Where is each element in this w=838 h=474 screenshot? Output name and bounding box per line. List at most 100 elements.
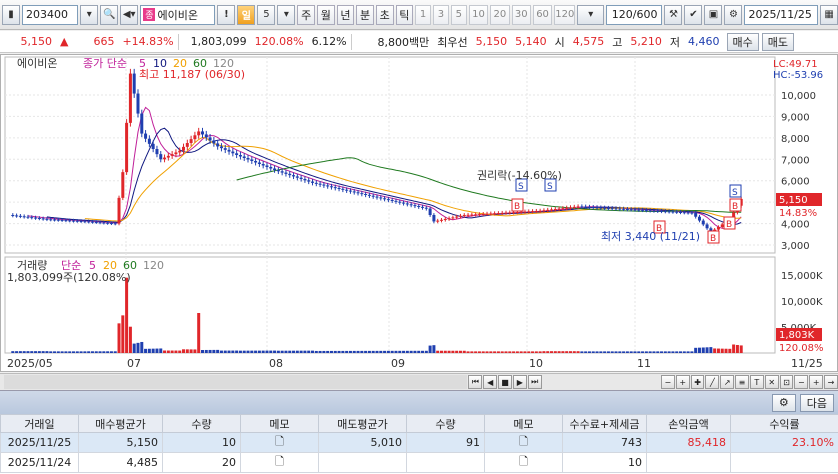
x-label-oct: 10: [529, 357, 543, 370]
check-icon[interactable]: ✔: [684, 4, 703, 25]
move-right-icon[interactable]: →: [824, 375, 838, 389]
y-tick-label: 6,000: [781, 177, 810, 188]
candle-body: [652, 210, 656, 212]
volume-bar: [284, 350, 288, 353]
interval-120-button[interactable]: 120: [554, 4, 576, 25]
zoom-in-icon[interactable]: +: [675, 375, 690, 389]
speaker-icon[interactable]: ◀▾: [120, 4, 139, 25]
interval-1-button[interactable]: 1: [415, 4, 432, 25]
interval-dropdown-icon[interactable]: ▾: [577, 4, 605, 25]
plus-icon[interactable]: +: [809, 375, 824, 389]
col-buy-memo[interactable]: 메모: [240, 414, 319, 433]
dropdown-icon[interactable]: ▾: [80, 4, 99, 25]
menu-icon[interactable]: ▮: [2, 4, 20, 25]
period-year-button[interactable]: 년: [336, 4, 355, 25]
zoom-reset-icon[interactable]: ⊡: [779, 375, 794, 389]
interval-10-button[interactable]: 10: [468, 4, 489, 25]
col-sell-qty[interactable]: 수량: [406, 414, 485, 433]
col-buy-avg[interactable]: 매수평균가: [78, 414, 163, 433]
memo-icon[interactable]: 🗋: [240, 432, 319, 453]
scroll-prev-button[interactable]: ◀: [483, 375, 498, 389]
calendar-icon[interactable]: ▦: [820, 4, 838, 25]
scroll-next-button[interactable]: ▶: [512, 375, 527, 389]
erase-icon[interactable]: ✕: [764, 375, 779, 389]
stock-chart[interactable]: S SSB BBBB 에이비온 종가 단순 5 10 20 60 120 최고 11…: [1, 55, 837, 371]
candle-body: [394, 200, 398, 202]
trend-icon[interactable]: ↗: [720, 375, 735, 389]
next-button[interactable]: 다음: [799, 393, 834, 412]
open-label: 시: [554, 35, 565, 49]
period-num-select[interactable]: 5: [257, 4, 276, 25]
col-buy-qty[interactable]: 수량: [162, 414, 241, 433]
change-amount: 665: [93, 35, 115, 48]
interval-60-button[interactable]: 60: [532, 4, 553, 25]
volume-bar: [474, 351, 478, 353]
scroll-last-button[interactable]: ⏭: [527, 375, 542, 389]
rights-annotation: 권리락(-14.60%): [477, 169, 562, 182]
interval-20-button[interactable]: 20: [490, 4, 510, 25]
period-dropdown-icon[interactable]: ▾: [277, 4, 296, 25]
search-icon[interactable]: 🔍: [100, 4, 119, 25]
volume-bar: [329, 350, 333, 353]
volume-bar: [295, 350, 299, 353]
volume-bar: [98, 351, 102, 353]
chart-area[interactable]: SSSBBBBB 에이비온 종가 단순 5 10 20 60 120 최고 11…: [0, 54, 838, 372]
scroll-first-button[interactable]: ⏮: [468, 375, 483, 389]
table-row[interactable]: 2025/11/24 4,485 20 🗋 🗋 10: [0, 452, 838, 473]
memo-icon[interactable]: 🗋: [240, 452, 319, 473]
col-sell-memo[interactable]: 메모: [484, 414, 563, 433]
stock-code-input[interactable]: 203400: [22, 4, 79, 25]
memo-icon[interactable]: 🗋: [484, 452, 563, 473]
buy-button[interactable]: 매수: [726, 32, 759, 51]
volume-bar: [622, 351, 626, 353]
memo-icon[interactable]: 🗋: [484, 432, 563, 453]
chart-scrollbar[interactable]: ⏮ ◀ ■ ▶ ⏭ − + ✚ ╱ ↗ ≡ T ✕ ⊡ − + →: [0, 373, 838, 390]
period-week-button[interactable]: 주: [297, 4, 315, 25]
count-input[interactable]: 120/600: [606, 4, 663, 25]
candle-body: [56, 219, 60, 221]
zoom-out-icon[interactable]: −: [660, 375, 675, 389]
settings-gear-icon[interactable]: ⚙: [771, 393, 796, 412]
table-row[interactable]: 2025/11/25 5,150 10 🗋 5,010 91 🗋 743 85,…: [0, 432, 838, 453]
volume-bar: [326, 350, 330, 353]
period-minute-button[interactable]: 분: [356, 4, 374, 25]
tool-icon[interactable]: ⚒: [664, 4, 683, 25]
minus-icon[interactable]: −: [794, 375, 809, 389]
col-sell-avg[interactable]: 매도평균가: [318, 414, 407, 433]
candle-body: [238, 155, 242, 157]
sell-button[interactable]: 매도: [761, 32, 795, 51]
scroll-track[interactable]: [4, 375, 468, 389]
volume-bar: [79, 351, 83, 353]
period-second-button[interactable]: 초: [375, 4, 394, 25]
col-pnl[interactable]: 손익금액: [646, 414, 731, 433]
candle-body: [428, 208, 432, 215]
save-icon[interactable]: ▣: [704, 4, 723, 25]
crosshair-icon[interactable]: ✚: [690, 375, 705, 389]
interval-3-button[interactable]: 3: [433, 4, 449, 25]
col-return[interactable]: 수익률: [730, 414, 838, 433]
period-tick-button[interactable]: 틱: [395, 4, 414, 25]
candle-body: [79, 221, 83, 222]
candle-body: [102, 222, 106, 224]
draw-line-icon[interactable]: ╱: [705, 375, 720, 389]
cell-buy-qty: 10: [162, 432, 241, 453]
volume-bar: [519, 351, 523, 353]
col-date[interactable]: 거래일: [0, 414, 79, 433]
candle-body: [379, 197, 383, 199]
text-tool-icon[interactable]: T: [749, 375, 764, 389]
volume-bar: [83, 351, 87, 353]
candle-body: [280, 171, 284, 173]
stock-name-field[interactable]: 종 에이비온: [140, 4, 216, 25]
interval-30-button[interactable]: 30: [511, 4, 531, 25]
gear-icon[interactable]: ⚙: [724, 4, 743, 25]
period-month-button[interactable]: 월: [317, 4, 335, 25]
volume-bar: [18, 351, 22, 353]
interval-5-button[interactable]: 5: [450, 4, 467, 25]
volume-bar: [94, 351, 98, 353]
scroll-stop-button[interactable]: ■: [498, 375, 512, 389]
date-input[interactable]: 2025/11/25: [744, 4, 819, 25]
alert-button[interactable]: !: [217, 4, 236, 25]
col-fee[interactable]: 수수료+제세금: [562, 414, 647, 433]
period-day-button[interactable]: 일: [237, 4, 256, 25]
fibonacci-icon[interactable]: ≡: [735, 375, 749, 389]
